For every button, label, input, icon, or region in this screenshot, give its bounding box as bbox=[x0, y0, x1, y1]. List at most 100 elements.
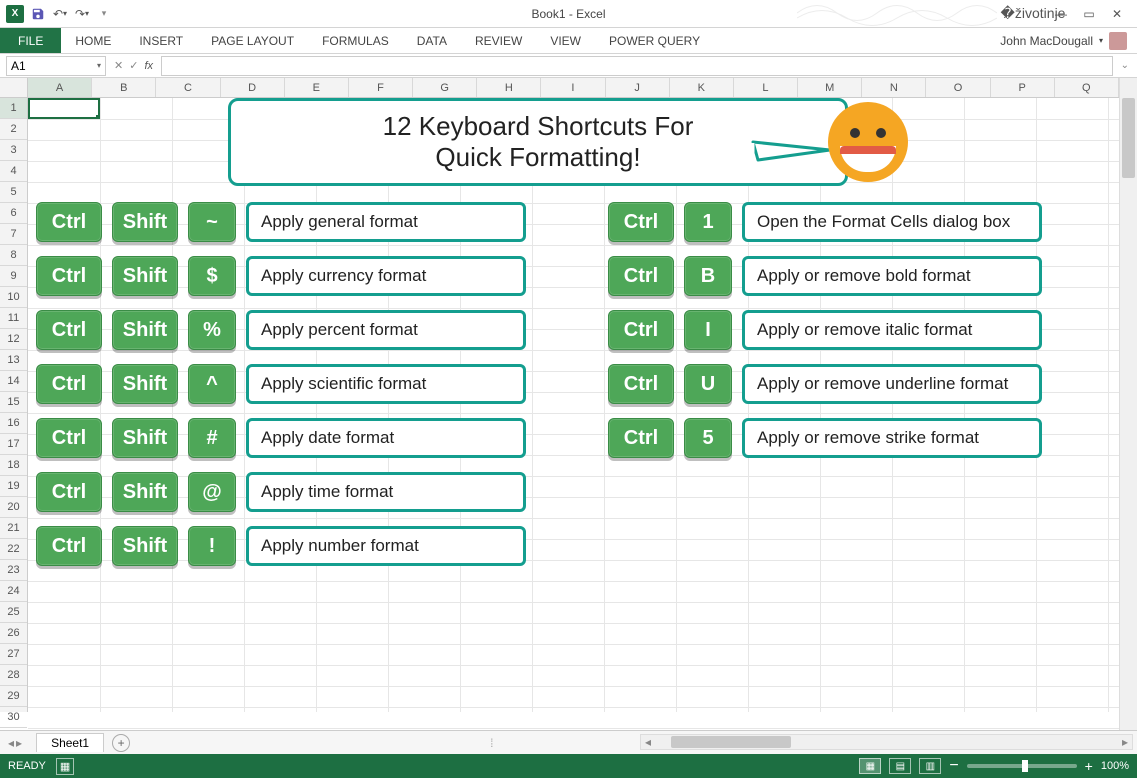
row-header-8[interactable]: 8 bbox=[0, 245, 27, 266]
hscroll-thumb[interactable] bbox=[671, 736, 791, 748]
column-header-G[interactable]: G bbox=[413, 78, 477, 97]
column-header-I[interactable]: I bbox=[541, 78, 605, 97]
name-box[interactable]: A1 ▾ bbox=[6, 56, 106, 76]
sheet-tab-sheet1[interactable]: Sheet1 bbox=[36, 733, 104, 752]
tab-formulas[interactable]: FORMULAS bbox=[308, 28, 403, 53]
horizontal-scrollbar[interactable]: ◂ ▸ bbox=[640, 734, 1133, 750]
zoom-in-button[interactable]: + bbox=[1085, 758, 1093, 774]
row-header-22[interactable]: 22 bbox=[0, 539, 27, 560]
row-header-1[interactable]: 1 bbox=[0, 98, 27, 119]
column-header-B[interactable]: B bbox=[92, 78, 156, 97]
sheet-nav-prev-icon[interactable]: ◂ bbox=[8, 736, 14, 750]
column-header-D[interactable]: D bbox=[221, 78, 285, 97]
column-header-E[interactable]: E bbox=[285, 78, 349, 97]
tab-file[interactable]: FILE bbox=[0, 28, 61, 53]
hscroll-left-icon[interactable]: ◂ bbox=[645, 735, 651, 749]
column-header-K[interactable]: K bbox=[670, 78, 734, 97]
cells-area[interactable] bbox=[28, 98, 1119, 712]
tab-page-layout[interactable]: PAGE LAYOUT bbox=[197, 28, 308, 53]
row-header-25[interactable]: 25 bbox=[0, 602, 27, 623]
column-header-O[interactable]: O bbox=[926, 78, 990, 97]
redo-icon[interactable]: ↷▾ bbox=[74, 6, 90, 22]
row-header-4[interactable]: 4 bbox=[0, 161, 27, 182]
row-header-16[interactable]: 16 bbox=[0, 413, 27, 434]
formula-bar[interactable] bbox=[161, 56, 1113, 76]
row-header-11[interactable]: 11 bbox=[0, 308, 27, 329]
row-header-28[interactable]: 28 bbox=[0, 665, 27, 686]
column-header-M[interactable]: M bbox=[798, 78, 862, 97]
row-headers[interactable]: 1234567891011121314151617181920212223242… bbox=[0, 98, 28, 712]
row-header-15[interactable]: 15 bbox=[0, 392, 27, 413]
view-normal-button[interactable]: ▦ bbox=[859, 758, 881, 774]
row-header-23[interactable]: 23 bbox=[0, 560, 27, 581]
qat-customize-icon[interactable]: ▾ bbox=[96, 6, 112, 22]
user-account[interactable]: John MacDougall ▾ bbox=[1000, 28, 1137, 53]
row-header-13[interactable]: 13 bbox=[0, 350, 27, 371]
worksheet-grid[interactable]: ABCDEFGHIJKLMNOPQ 1234567891011121314151… bbox=[0, 78, 1137, 730]
column-header-C[interactable]: C bbox=[156, 78, 220, 97]
column-header-Q[interactable]: Q bbox=[1055, 78, 1119, 97]
new-sheet-button[interactable]: + bbox=[112, 734, 130, 752]
zoom-slider[interactable] bbox=[967, 764, 1077, 768]
row-header-19[interactable]: 19 bbox=[0, 476, 27, 497]
tab-home[interactable]: HOME bbox=[61, 28, 125, 53]
fx-icon[interactable]: fx bbox=[144, 60, 153, 72]
view-page-break-button[interactable]: ▥ bbox=[919, 758, 941, 774]
macro-record-icon[interactable]: ▦ bbox=[56, 758, 74, 775]
status-ready: READY bbox=[8, 760, 46, 772]
column-header-L[interactable]: L bbox=[734, 78, 798, 97]
view-page-layout-button[interactable]: ▤ bbox=[889, 758, 911, 774]
close-button[interactable]: ✕ bbox=[1105, 5, 1129, 23]
row-header-2[interactable]: 2 bbox=[0, 119, 27, 140]
tab-insert[interactable]: INSERT bbox=[125, 28, 197, 53]
tab-data[interactable]: DATA bbox=[403, 28, 461, 53]
chevron-down-icon[interactable]: ▾ bbox=[97, 61, 101, 70]
undo-icon[interactable]: ↶▾ bbox=[52, 6, 68, 22]
row-header-26[interactable]: 26 bbox=[0, 623, 27, 644]
row-header-3[interactable]: 3 bbox=[0, 140, 27, 161]
excel-icon[interactable]: X bbox=[6, 5, 24, 23]
row-header-18[interactable]: 18 bbox=[0, 455, 27, 476]
row-header-24[interactable]: 24 bbox=[0, 581, 27, 602]
formula-expand-icon[interactable]: ⌄ bbox=[1121, 60, 1137, 71]
column-headers[interactable]: ABCDEFGHIJKLMNOPQ bbox=[28, 78, 1119, 98]
zoom-level[interactable]: 100% bbox=[1101, 760, 1129, 772]
zoom-out-button[interactable]: − bbox=[949, 757, 958, 775]
sheet-nav-next-icon[interactable]: ▸ bbox=[16, 736, 22, 750]
hscroll-right-icon[interactable]: ▸ bbox=[1122, 735, 1128, 749]
tab-power-query[interactable]: POWER QUERY bbox=[595, 28, 714, 53]
minimize-button[interactable]: — bbox=[1049, 5, 1073, 23]
row-header-14[interactable]: 14 bbox=[0, 371, 27, 392]
column-header-H[interactable]: H bbox=[477, 78, 541, 97]
vertical-scrollbar[interactable] bbox=[1119, 78, 1137, 730]
tab-view[interactable]: VIEW bbox=[536, 28, 595, 53]
tab-split-handle[interactable]: ⁞ bbox=[490, 736, 493, 750]
maximize-button[interactable]: ▭ bbox=[1077, 5, 1101, 23]
column-header-J[interactable]: J bbox=[606, 78, 670, 97]
zoom-slider-thumb[interactable] bbox=[1022, 760, 1028, 772]
scrollbar-thumb[interactable] bbox=[1122, 98, 1135, 178]
column-header-F[interactable]: F bbox=[349, 78, 413, 97]
row-header-7[interactable]: 7 bbox=[0, 224, 27, 245]
row-header-21[interactable]: 21 bbox=[0, 518, 27, 539]
row-header-29[interactable]: 29 bbox=[0, 686, 27, 707]
row-header-20[interactable]: 20 bbox=[0, 497, 27, 518]
row-header-6[interactable]: 6 bbox=[0, 203, 27, 224]
save-icon[interactable] bbox=[30, 6, 46, 22]
row-header-27[interactable]: 27 bbox=[0, 644, 27, 665]
row-header-12[interactable]: 12 bbox=[0, 329, 27, 350]
row-header-5[interactable]: 5 bbox=[0, 182, 27, 203]
row-header-30[interactable]: 30 bbox=[0, 707, 27, 728]
tab-review[interactable]: REVIEW bbox=[461, 28, 536, 53]
ribbon-display-icon[interactable]: �životinje bbox=[1021, 5, 1045, 23]
cancel-formula-icon[interactable]: ✕ bbox=[114, 59, 123, 72]
column-header-P[interactable]: P bbox=[991, 78, 1055, 97]
enter-formula-icon[interactable]: ✓ bbox=[129, 59, 138, 72]
status-bar: READY ▦ ▦ ▤ ▥ − + 100% bbox=[0, 754, 1137, 778]
row-header-17[interactable]: 17 bbox=[0, 434, 27, 455]
column-header-N[interactable]: N bbox=[862, 78, 926, 97]
row-header-9[interactable]: 9 bbox=[0, 266, 27, 287]
row-header-10[interactable]: 10 bbox=[0, 287, 27, 308]
column-header-A[interactable]: A bbox=[28, 78, 92, 97]
select-all-triangle[interactable] bbox=[0, 78, 28, 98]
